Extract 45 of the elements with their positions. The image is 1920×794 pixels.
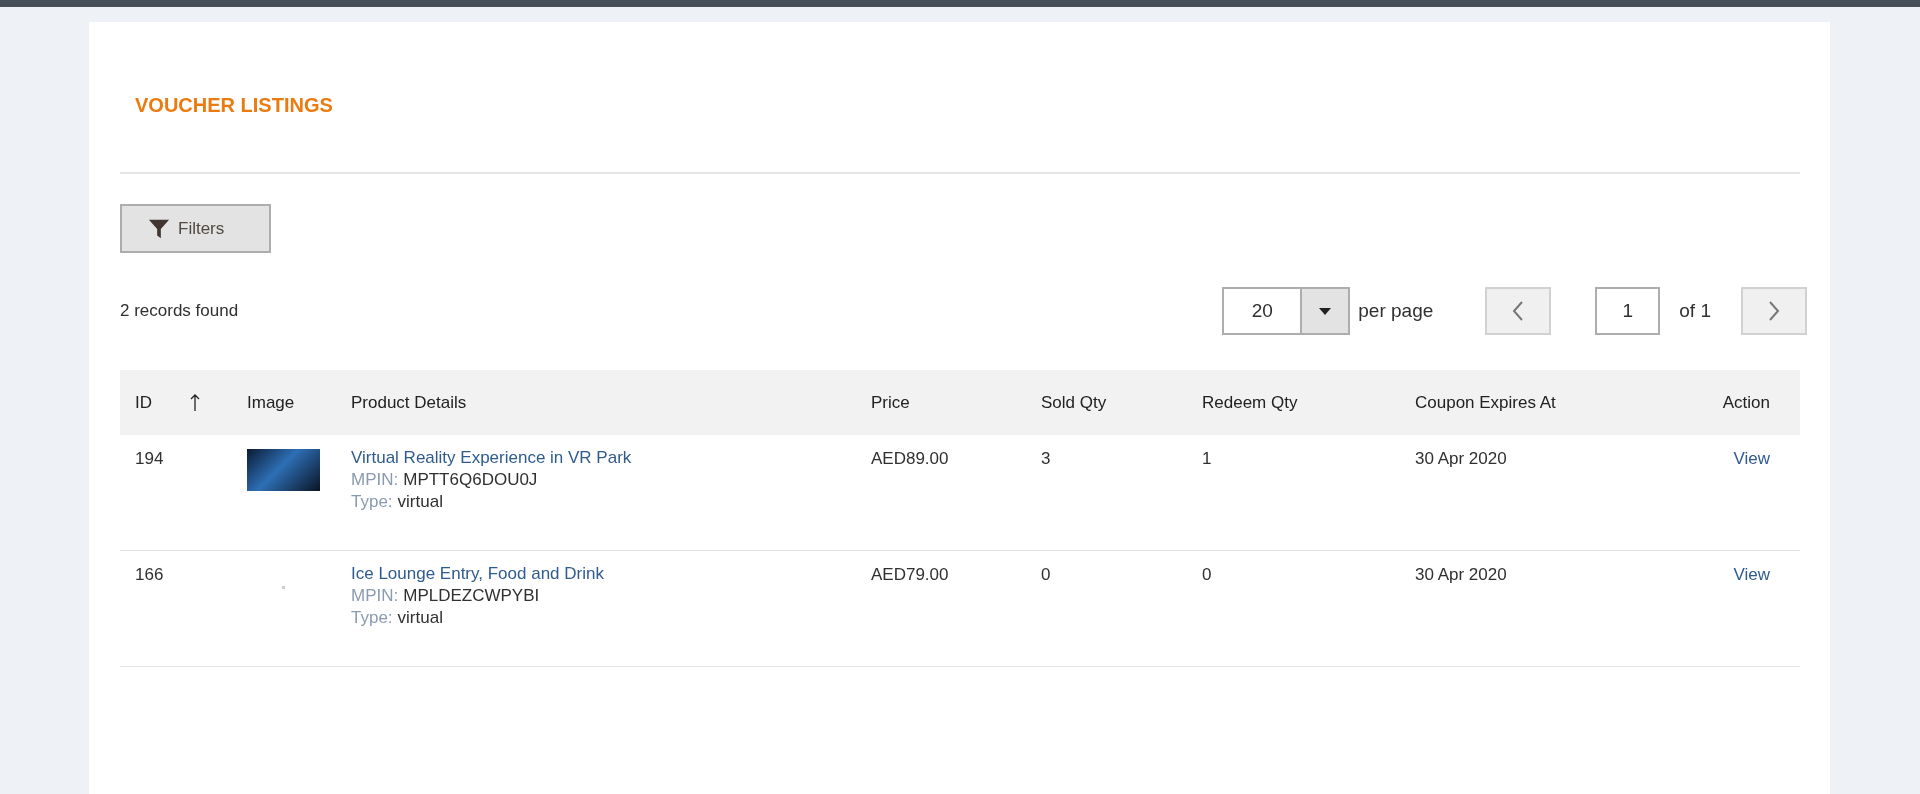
mpin-value: MPTT6Q6DOU0J bbox=[403, 470, 538, 489]
view-link[interactable]: View bbox=[1733, 449, 1770, 468]
filter-icon bbox=[148, 217, 170, 240]
page-number-field[interactable]: 1 bbox=[1595, 287, 1661, 335]
mpin-value: MPLDEZCWPYBI bbox=[403, 586, 540, 605]
per-page-label: per page bbox=[1358, 300, 1434, 322]
table-cell: 0 bbox=[1041, 565, 1051, 584]
table-cell: 3 bbox=[1041, 449, 1051, 468]
column-header[interactable]: Price bbox=[871, 392, 910, 413]
previous-page-button[interactable] bbox=[1485, 287, 1552, 335]
table-cell: 30 Apr 2020 bbox=[1415, 449, 1507, 468]
field-label: Type: bbox=[351, 492, 393, 511]
column-header[interactable]: Sold Qty bbox=[1041, 392, 1107, 413]
table-cell: AED89.00 bbox=[871, 449, 949, 468]
table-cell: 1 bbox=[1202, 449, 1212, 468]
type-value: virtual bbox=[397, 608, 443, 627]
product-link[interactable]: Virtual Reality Experience in VR Park bbox=[351, 448, 632, 467]
next-page-button[interactable] bbox=[1741, 287, 1807, 335]
table-cell: 30 Apr 2020 bbox=[1415, 565, 1507, 584]
product-link[interactable]: Ice Lounge Entry, Food and Drink bbox=[351, 564, 604, 583]
page-title: VOUCHER LISTINGS bbox=[134, 93, 334, 118]
view-link[interactable]: View bbox=[1733, 565, 1770, 584]
per-page-select[interactable]: 20 bbox=[1222, 287, 1351, 335]
column-header[interactable]: Image bbox=[247, 392, 295, 413]
caret-icon bbox=[1319, 307, 1332, 315]
table-cell: AED79.00 bbox=[871, 565, 949, 584]
table-cell: 166 bbox=[135, 565, 164, 584]
page-total: of 1 bbox=[1679, 300, 1711, 322]
type-value: virtual bbox=[397, 492, 443, 511]
broken-image-icon bbox=[282, 586, 285, 589]
column-header[interactable]: Coupon Expires At bbox=[1415, 392, 1556, 413]
column-header[interactable]: ID bbox=[135, 392, 200, 413]
chevron-right-icon bbox=[1768, 301, 1780, 321]
column-header[interactable]: Product Details bbox=[351, 392, 467, 413]
sort-arrow-icon[interactable] bbox=[190, 393, 200, 412]
column-header[interactable]: Action bbox=[1722, 392, 1770, 413]
table-cell: 0 bbox=[1202, 565, 1212, 584]
records-count: 2 records found bbox=[120, 301, 239, 321]
table-cell: 194 bbox=[135, 449, 164, 468]
field-label: Type: bbox=[351, 608, 393, 627]
chevron-left-icon bbox=[1512, 301, 1525, 321]
field-label: MPIN: bbox=[351, 470, 399, 489]
column-header[interactable]: Redeem Qty bbox=[1202, 392, 1298, 413]
field-label: MPIN: bbox=[351, 586, 399, 605]
filters-button[interactable]: Filters bbox=[120, 204, 271, 253]
